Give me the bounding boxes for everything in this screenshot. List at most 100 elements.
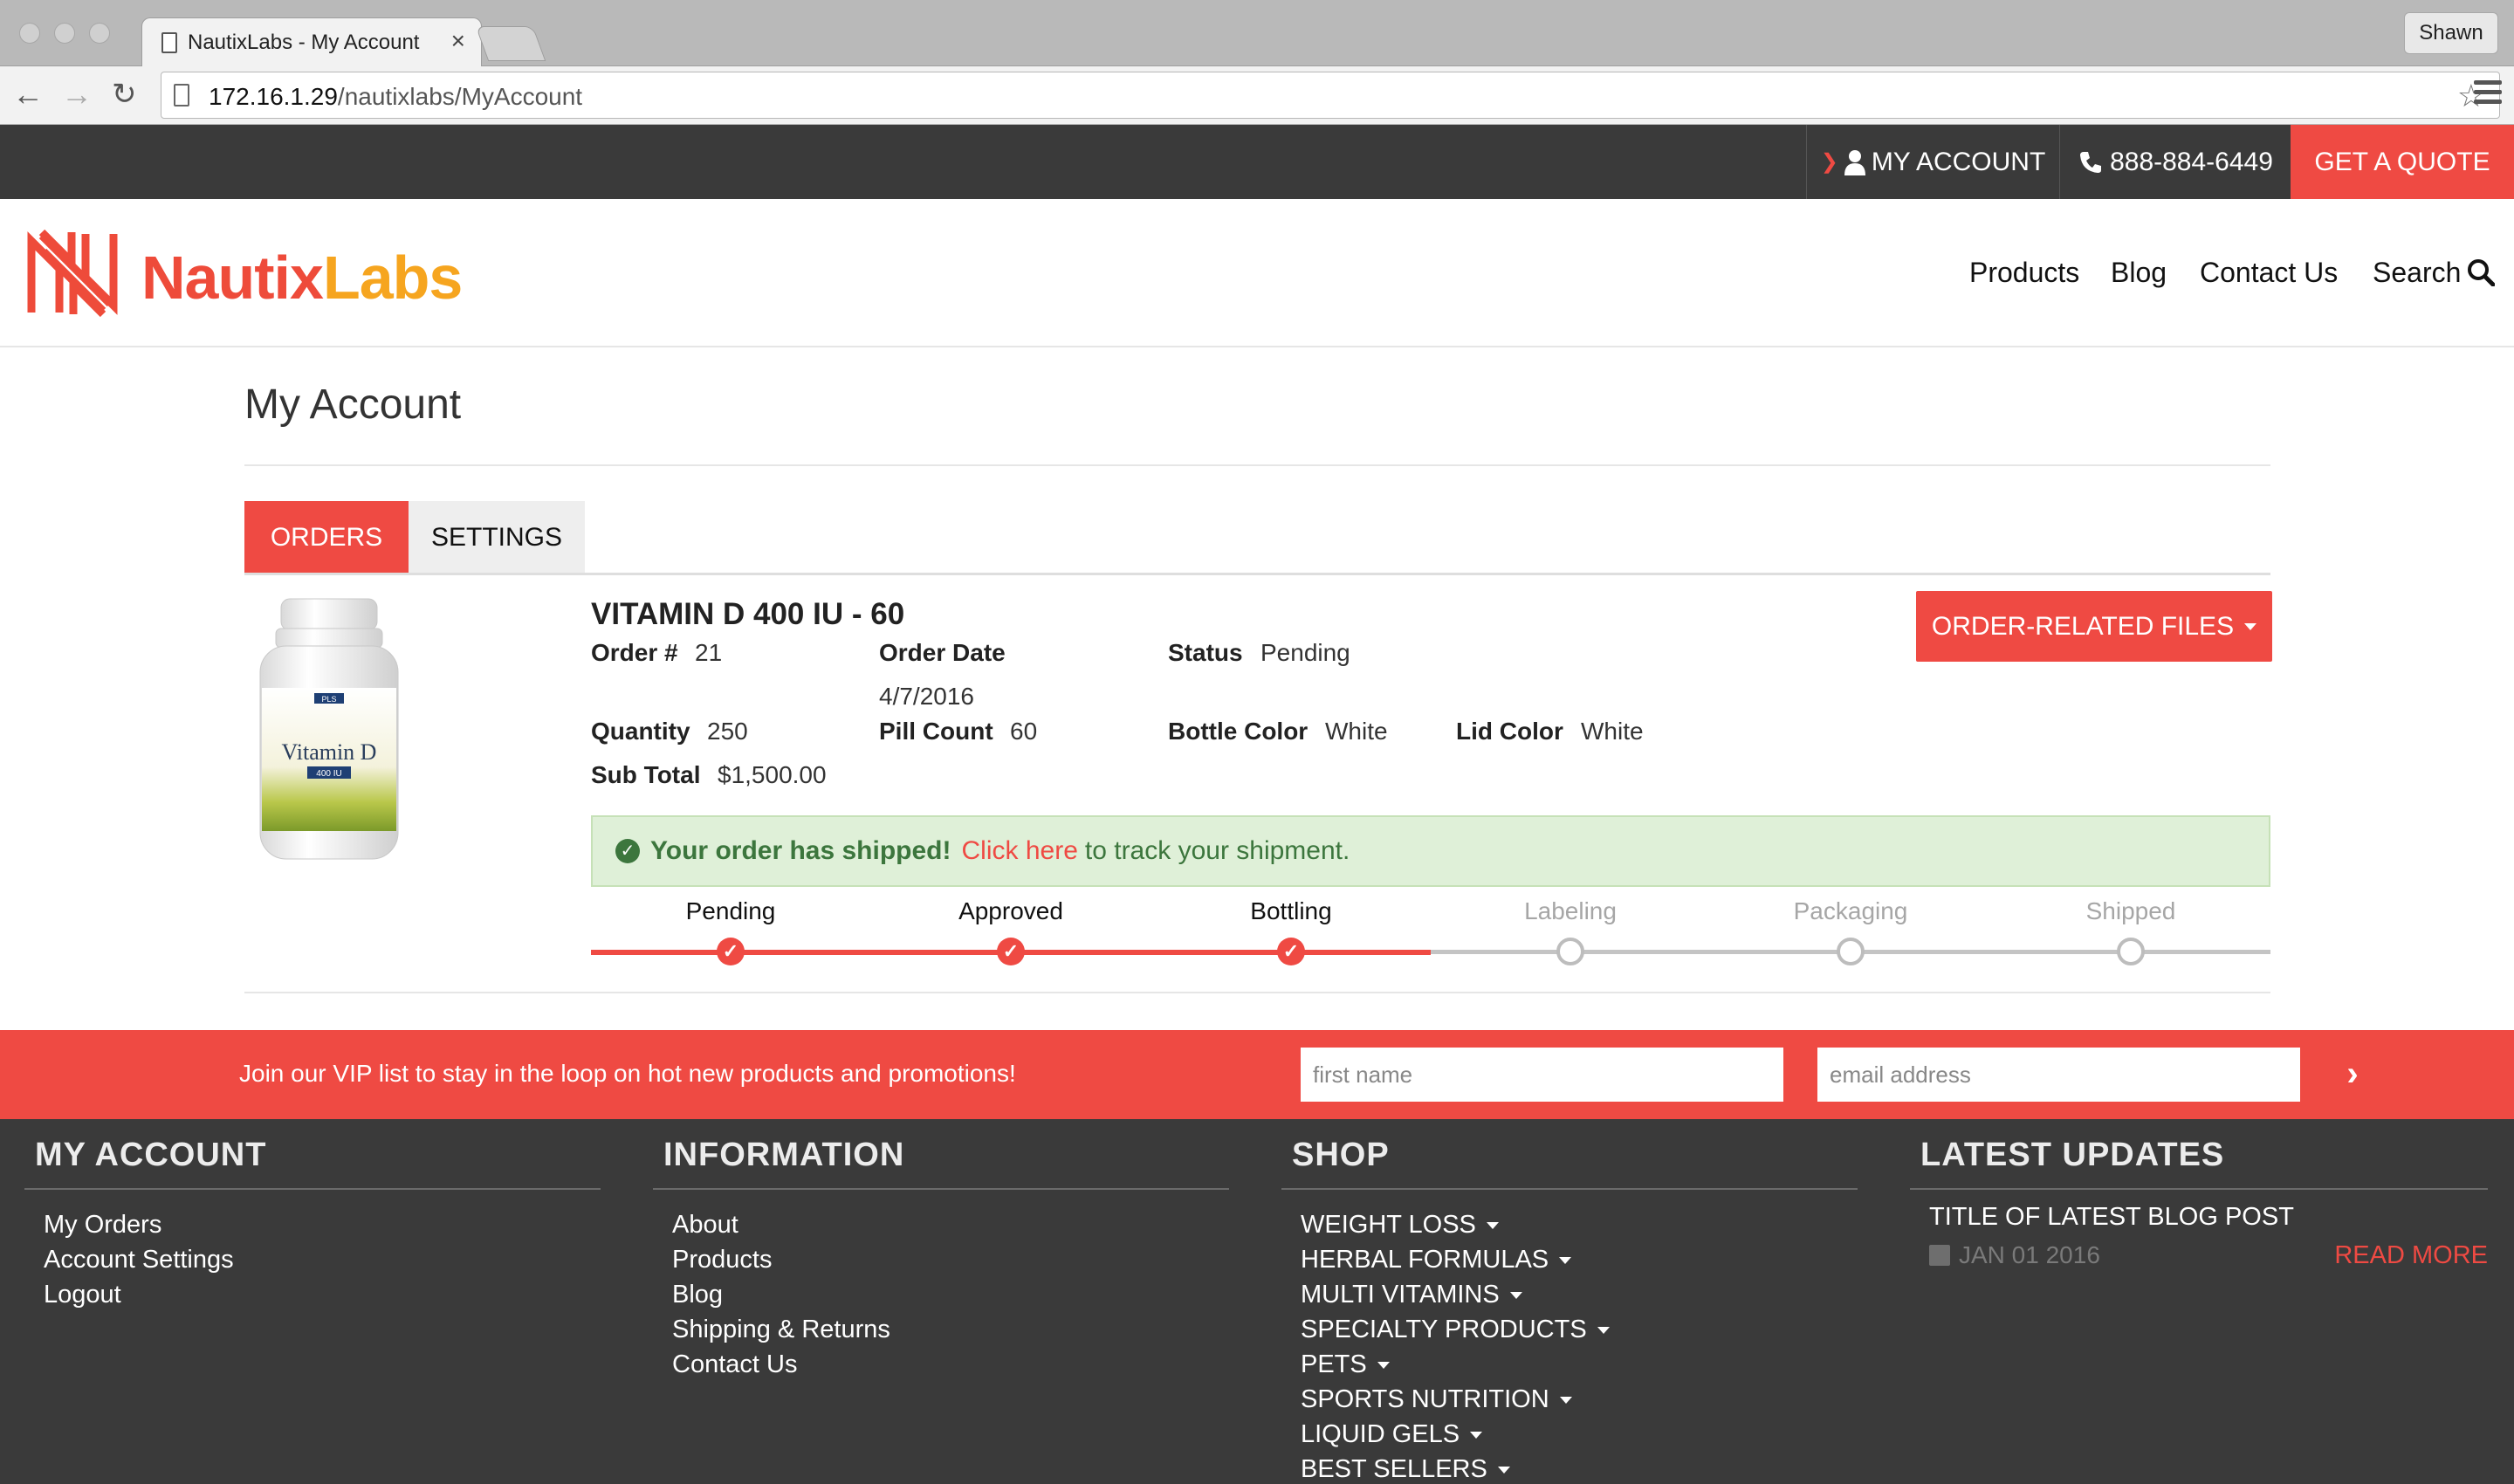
nav-blog[interactable]: Blog	[2111, 257, 2167, 289]
footer-info-link[interactable]: Products	[672, 1242, 1229, 1277]
footer-info-link[interactable]: Contact Us	[672, 1347, 1229, 1382]
search-icon[interactable]	[2467, 258, 2495, 286]
caret-down-icon	[1559, 1257, 1572, 1265]
latest-post-date: JAN 01 2016	[1929, 1241, 2100, 1269]
progress-step-label: Approved	[958, 897, 1063, 924]
footer-shop-link-label: SPECIALTY PRODUCTS	[1301, 1316, 1587, 1343]
caret-down-icon	[1497, 1467, 1510, 1474]
footer-info-link[interactable]: Blog	[672, 1277, 1229, 1312]
reload-icon[interactable]: ↻	[112, 77, 137, 112]
progress-step-label: Shipped	[2085, 897, 2176, 924]
bottle-brand: PLS	[321, 695, 336, 704]
footer-shop-link-label: HERBAL FORMULAS	[1301, 1246, 1549, 1274]
status-value: Pending	[1260, 639, 1350, 666]
forward-icon[interactable]: →	[61, 77, 93, 112]
phone-link[interactable]: 888-884-6449	[2061, 125, 2291, 199]
window-zoom-button[interactable]	[89, 23, 110, 44]
footer-shop-link[interactable]: SPORTS NUTRITION	[1301, 1382, 1858, 1417]
track-shipment-link[interactable]: Click here	[962, 836, 1078, 866]
caret-down-icon	[1377, 1362, 1390, 1370]
profile-button[interactable]: Shawn	[2404, 12, 2498, 54]
browser-chrome: NautixLabs - My Account × Shawn ← → ↻ 17…	[0, 0, 2514, 125]
bottle-color-label: Bottle Color	[1168, 718, 1309, 745]
footer-shop-link[interactable]: WEIGHT LOSS	[1301, 1207, 1858, 1242]
footer-account-link-label: My Orders	[44, 1211, 162, 1239]
my-account-menu[interactable]: ❯ MY ACCOUNT	[1806, 125, 2060, 199]
browser-tab-active[interactable]: NautixLabs - My Account ×	[141, 17, 482, 67]
footer-info-link[interactable]: Shipping & Returns	[672, 1312, 1229, 1347]
product-image: PLS Vitamin D 400 IU	[259, 598, 399, 860]
tab-settings[interactable]: SETTINGS	[409, 501, 585, 574]
status-label: Status	[1168, 639, 1243, 666]
footer-info-link-label: About	[672, 1211, 738, 1239]
phone-icon	[2080, 151, 2102, 173]
caret-down-icon	[1597, 1327, 1610, 1335]
order-related-files-button[interactable]: ORDER-RELATED FILES	[1916, 591, 2272, 662]
latest-post-title[interactable]: TITLE OF LATEST BLOG POST	[1929, 1203, 2294, 1232]
footer-my-account: MY ACCOUNT My Orders Account Settings Logo…	[24, 1119, 601, 1312]
footer-shop-link[interactable]: HERBAL FORMULAS	[1301, 1242, 1858, 1277]
tab-orders[interactable]: ORDERS	[244, 501, 409, 574]
nautixlabs-logo-icon[interactable]	[24, 225, 120, 321]
footer-information: INFORMATION About Products Blog Shipping & …	[653, 1119, 1229, 1382]
footer-account-list: My Orders Account Settings Logout	[24, 1190, 601, 1312]
bottle-label: Vitamin D	[282, 739, 377, 765]
quantity-value: 250	[707, 718, 748, 745]
footer-shop-link[interactable]: BEST SELLERS	[1301, 1452, 1858, 1484]
footer-shop-link[interactable]: PETS	[1301, 1347, 1858, 1382]
footer-info-link-label: Products	[672, 1246, 773, 1274]
footer-heading: INFORMATION	[653, 1119, 1229, 1190]
pill-count-label: Pill Count	[879, 718, 993, 745]
step-pending-circle-icon	[1556, 938, 1584, 965]
footer-account-link[interactable]: Account Settings	[44, 1242, 601, 1277]
vip-signup-bar: Join our VIP list to stay in the loop on…	[0, 1030, 2514, 1119]
nav-search[interactable]: Search	[2373, 257, 2461, 289]
vip-submit-chevron-icon[interactable]: ›	[2329, 1048, 2376, 1102]
step-pending-circle-icon	[1837, 938, 1865, 965]
browser-menu-icon[interactable]	[2474, 80, 2502, 106]
progress-step-label: Bottling	[1250, 897, 1332, 924]
footer-shop-link[interactable]: LIQUID GELS	[1301, 1417, 1858, 1452]
footer-latest-updates: LATEST UPDATES TITLE OF LATEST BLOG POST…	[1910, 1119, 2488, 1484]
footer-account-link[interactable]: My Orders	[44, 1207, 601, 1242]
alert-text: to track your shipment.	[1084, 836, 1350, 865]
subtotal-value: $1,500.00	[718, 761, 827, 788]
quantity-label: Quantity	[591, 718, 690, 745]
nav-contact-us[interactable]: Contact Us	[2200, 257, 2338, 289]
divider	[244, 992, 2270, 993]
tab-close-icon[interactable]: ×	[451, 27, 465, 55]
first-name-input[interactable]	[1301, 1048, 1783, 1102]
read-more-link[interactable]: READ MORE	[2334, 1241, 2488, 1270]
footer-shop-link[interactable]: SPECIALTY PRODUCTS	[1301, 1312, 1858, 1347]
caret-down-icon	[1470, 1432, 1483, 1439]
subtotal-label: Sub Total	[591, 761, 701, 788]
step-complete-check-icon: ✓	[997, 938, 1025, 965]
footer-shop-link[interactable]: MULTI VITAMINS	[1301, 1277, 1858, 1312]
footer-info-link[interactable]: About	[672, 1207, 1229, 1242]
step-complete-check-icon: ✓	[1277, 938, 1305, 965]
footer-account-link-label: Logout	[44, 1281, 121, 1309]
back-icon[interactable]: ←	[12, 77, 44, 112]
email-input[interactable]	[1817, 1048, 2300, 1102]
footer-shop-link-label: LIQUID GELS	[1301, 1420, 1460, 1448]
footer-info-link-label: Contact Us	[672, 1350, 798, 1378]
vip-text: Join our VIP list to stay in the loop on…	[239, 1060, 1016, 1087]
footer-heading: SHOP	[1281, 1119, 1858, 1190]
nav-products[interactable]: Products	[1969, 257, 2079, 289]
window-minimize-button[interactable]	[54, 23, 75, 44]
footer-shop-link-label: SPORTS NUTRITION	[1301, 1385, 1549, 1413]
site-footer: MY ACCOUNT My Orders Account Settings Logo…	[0, 1119, 2514, 1484]
order-number-label: Order #	[591, 639, 678, 666]
browser-tabstrip: NautixLabs - My Account × Shawn	[0, 0, 2514, 67]
get-a-quote-button[interactable]: GET A QUOTE	[2291, 125, 2514, 199]
latest-post-date-text: JAN 01 2016	[1959, 1241, 2100, 1268]
lid-color-value: White	[1581, 718, 1644, 745]
footer-account-link[interactable]: Logout	[44, 1277, 601, 1312]
address-bar[interactable]: 172.16.1.29/nautixlabs/MyAccount ☆	[161, 72, 2500, 119]
footer-info-link-label: Blog	[672, 1281, 724, 1309]
order-related-files-label: ORDER-RELATED FILES	[1931, 611, 2235, 641]
window-close-button[interactable]	[19, 23, 40, 44]
caret-down-icon	[1486, 1222, 1499, 1230]
new-tab-button[interactable]	[475, 26, 546, 61]
site-logo-text[interactable]: NautixLabs	[141, 243, 463, 313]
